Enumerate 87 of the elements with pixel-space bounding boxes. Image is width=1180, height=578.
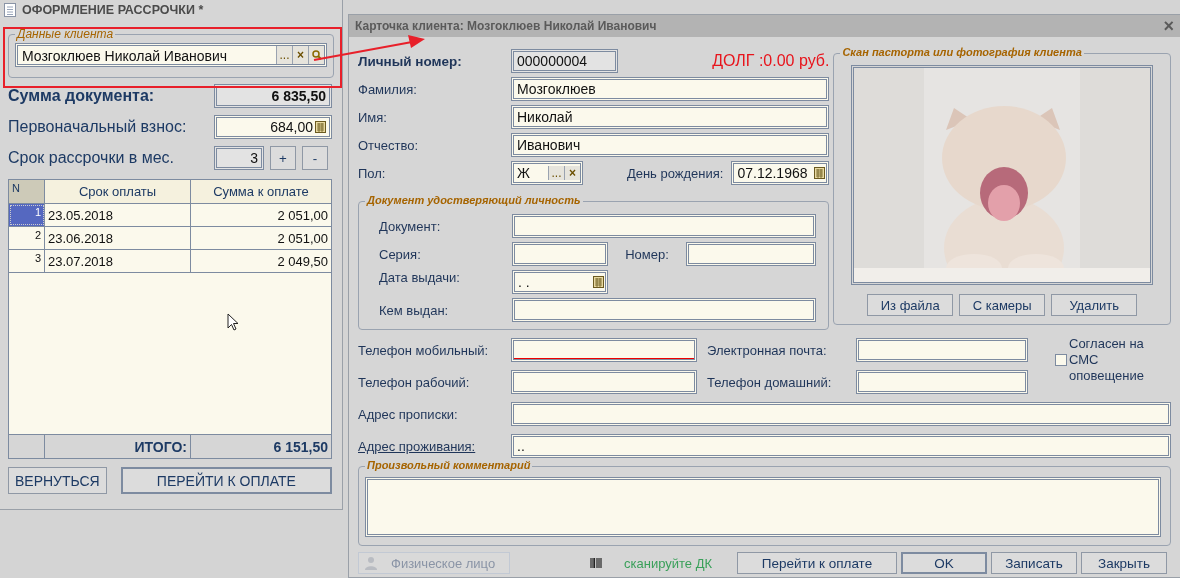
field-label: Личный номер: (358, 53, 463, 69)
search-icon (311, 50, 322, 60)
field-label: Телефон домашний: (707, 374, 833, 390)
field-label: Электронная почта: (707, 342, 828, 358)
document-icon (4, 3, 16, 17)
down-payment-field[interactable]: 684,00 (214, 115, 332, 139)
residence-address-link[interactable]: Адрес проживания: (358, 438, 511, 454)
table-cell-text: 2 051,00 (276, 206, 329, 225)
window-title: Карточка клиента: Мозгоклюев Николай Иванович (355, 19, 657, 33)
table-cell: 23.05.2018 (45, 204, 191, 226)
comment-field[interactable] (365, 477, 1161, 537)
scan-hint: сканируйте ДК (624, 555, 714, 571)
field-label: Срок рассрочки в мес. (8, 149, 175, 167)
document-field[interactable] (512, 214, 817, 238)
personal-number-field: 000000004 (511, 49, 618, 73)
text-field[interactable]: Иванович (511, 133, 830, 157)
dialog-button[interactable]: Закрыть (1081, 552, 1167, 574)
person-icon (365, 556, 377, 570)
checkbox[interactable] (1055, 354, 1067, 366)
increase-button[interactable]: + (270, 146, 296, 170)
number-field[interactable] (686, 242, 817, 266)
field-label: Адрес прописки: (358, 406, 459, 422)
row-number-cell[interactable]: 3 (9, 250, 45, 272)
birthday-field[interactable]: 07.12.1968 (731, 161, 830, 185)
text-field[interactable]: Мозгоклюев (511, 77, 830, 101)
window-title: ОФОРМЛЕНИЕ РАССРОЧКИ * (22, 3, 204, 17)
field-label: Телефон рабочий: (358, 374, 471, 390)
field-label: Дата выдачи: (379, 269, 461, 285)
work-phone-field[interactable] (511, 370, 697, 394)
column-header[interactable]: Сумма к оплате (191, 180, 331, 203)
issue-date-field[interactable]: . . (512, 270, 608, 294)
home-phone-field[interactable] (856, 370, 1028, 394)
calendar-icon (814, 167, 826, 179)
field-label: Кем выдан: (379, 302, 450, 318)
proceed-to-payment-button[interactable]: ПЕРЕЙТИ К ОПЛАТЕ (120, 467, 332, 494)
group-legend: Скан пасторта или фотография клиента (840, 46, 1084, 58)
term-field[interactable]: 3 (214, 146, 264, 170)
search-button[interactable] (308, 46, 324, 64)
field-label: Номер: (624, 246, 670, 262)
field-label: Документ: (379, 218, 442, 234)
photo-button[interactable]: Удалить (1051, 294, 1138, 316)
table-cell-text: 2 051,00 (276, 229, 329, 248)
mouse-cursor-icon (227, 313, 239, 331)
barcode-icon (590, 558, 602, 568)
registration-address-field[interactable] (511, 402, 1171, 426)
dialog-button[interactable]: Перейти к оплате (737, 552, 897, 574)
table-cell: 23.06.2018 (45, 227, 191, 249)
field-label: Первоначальный взнос: (8, 118, 187, 136)
field-label: Телефон мобильный: (358, 342, 490, 358)
field-label: Имя: (358, 109, 388, 125)
dialog-button[interactable]: OK (901, 552, 987, 574)
field-label: Фамилия: (358, 81, 418, 97)
issued-by-field[interactable] (512, 298, 817, 322)
group-legend: Произвольный комментарий (365, 459, 533, 471)
clear-button[interactable]: × (564, 166, 580, 180)
calculator-icon (315, 121, 326, 133)
gender-field[interactable]: Ж ... × (511, 161, 583, 185)
choose-button[interactable]: ... (548, 166, 564, 180)
field-label: Отчество: (358, 137, 420, 153)
field-label: Пол: (358, 165, 387, 181)
field-label: День рождения: (626, 165, 724, 181)
group-legend: Документ удостверяющий личность (365, 194, 583, 206)
text-field[interactable]: Николай (511, 105, 830, 129)
residence-address-field[interactable]: .. (511, 434, 1171, 458)
choose-button[interactable]: ... (276, 46, 292, 64)
row-number-cell[interactable]: 1 (9, 204, 45, 226)
dialog-button[interactable]: Записать (991, 552, 1077, 574)
column-header[interactable]: N (9, 180, 45, 203)
sum-field: 6 835,50 (214, 84, 332, 108)
column-header[interactable]: Срок оплаты (45, 180, 191, 203)
decrease-button[interactable]: - (302, 146, 328, 170)
field-label: Серия: (379, 246, 422, 262)
clear-button[interactable]: × (292, 46, 308, 64)
checkbox-label: Согласен на СМС оповещение (1069, 336, 1145, 384)
table-cell-text: 2 049,50 (276, 252, 329, 271)
client-field[interactable]: Мозгоклюев Николай Иванович ... × (15, 43, 327, 67)
calendar-icon (593, 276, 604, 288)
table-cell: 23.07.2018 (45, 250, 191, 272)
back-button[interactable]: ВЕРНУТЬСЯ (8, 467, 107, 494)
photo-button[interactable]: Из файла (867, 294, 954, 316)
mobile-phone-field[interactable] (511, 338, 697, 362)
photo-button[interactable]: С камеры (959, 294, 1046, 316)
series-field[interactable] (512, 242, 608, 266)
email-field[interactable] (856, 338, 1028, 362)
field-label: Сумма документа: (8, 87, 155, 105)
row-number-cell[interactable]: 2 (9, 227, 45, 249)
debt-text: ДОЛГ :0.00 руб. (712, 52, 830, 70)
